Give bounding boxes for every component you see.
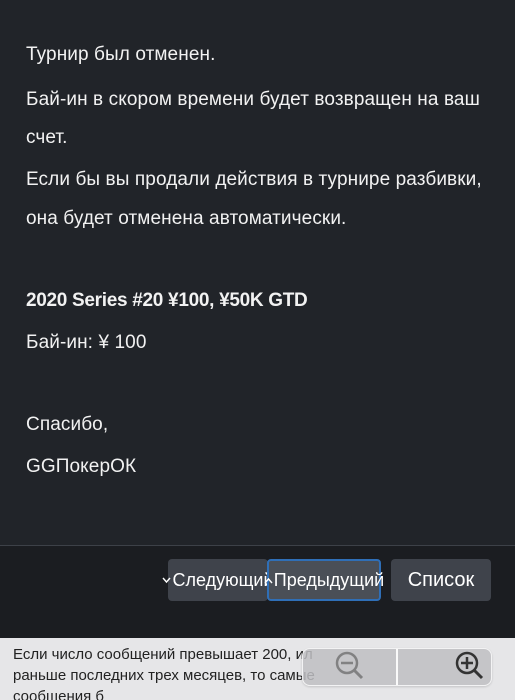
zoom-in-icon (453, 649, 485, 686)
notice-line: раньше последних трех месяцев, то самые (13, 667, 315, 684)
zoom-out-icon (332, 649, 368, 686)
signature: GGПокерОК (26, 456, 137, 477)
buyin-amount: Бай-ин: ¥ 100 (26, 332, 147, 353)
previous-button[interactable]: Предыдущий (264, 559, 385, 601)
closing-thanks: Спасибо, (26, 414, 109, 435)
message-line: Турнир был отменен. (26, 44, 216, 65)
tournament-name: 2020 Series #20 ¥100, ¥50K GTD (26, 290, 308, 311)
next-button[interactable]: Следующий (162, 559, 274, 601)
previous-button-label: Предыдущий (273, 569, 385, 590)
notice-line: Если число сообщений превышает 200, ил (13, 646, 313, 663)
next-button-label: Следующий (172, 569, 274, 590)
chevron-up-icon (264, 571, 273, 587)
message-navigation: Следующий Предыдущий Список (0, 546, 515, 638)
notice-line: сообщения б (13, 688, 105, 700)
message-limit-notice: Если число сообщений превышает 200, ил р… (0, 638, 515, 700)
message-line: счет. (26, 127, 68, 148)
message-line: Если бы вы продали действия в турнире ра… (26, 169, 482, 190)
zoom-in-button[interactable] (398, 649, 491, 685)
chevron-down-icon (162, 571, 172, 587)
message-screen: Турнир был отменен. Бай-ин в скором врем… (0, 0, 515, 700)
message-line: Бай-ин в скором времени будет возвращен … (26, 89, 480, 110)
zoom-control (302, 648, 492, 686)
list-button[interactable]: Список (391, 559, 491, 601)
zoom-out-button[interactable] (303, 649, 396, 685)
message-body: Турнир был отменен. Бай-ин в скором врем… (0, 0, 515, 545)
list-button-label: Список (407, 568, 475, 591)
message-line: она будет отменена автоматически. (26, 208, 347, 229)
